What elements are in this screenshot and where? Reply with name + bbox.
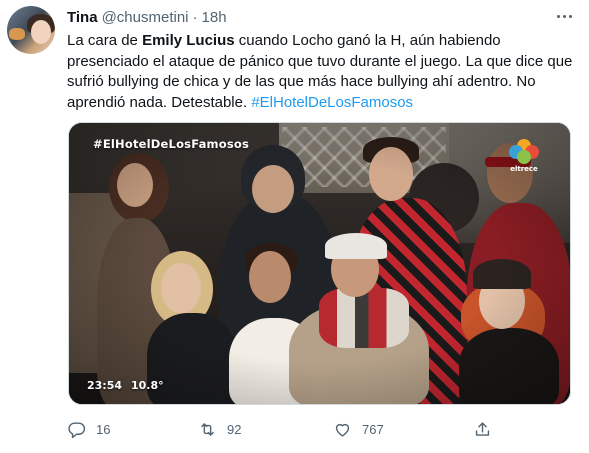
reply-icon (68, 421, 86, 438)
more-options-icon[interactable] (554, 6, 574, 26)
author-handle[interactable]: @chusmetini (102, 9, 189, 26)
retweet-count: 92 (227, 421, 242, 437)
tweet-text-part: La cara de (67, 32, 143, 49)
reply-button[interactable]: 16 (67, 418, 110, 440)
share-button[interactable] (473, 418, 492, 440)
reply-count: 16 (96, 421, 111, 437)
mentioned-name: Emily Lucius (142, 32, 235, 49)
avatar-bg-light (9, 28, 25, 40)
channel-logo-icon: eltrece (507, 139, 541, 175)
more-dot (568, 14, 572, 18)
separator-dot: · (192, 8, 198, 26)
retweet-icon (201, 422, 214, 436)
broadcast-time: 23:54 (87, 379, 123, 392)
tweet-text: La cara de Emily Lucius cuando Locho gan… (67, 31, 579, 113)
tweet-timestamp[interactable]: 18h (202, 9, 227, 26)
tweet-card[interactable]: Tina @chusmetini · 18h La cara de Emily … (0, 0, 589, 453)
like-count: 767 (362, 421, 384, 437)
tweet-actions: 16 92 767 (67, 418, 507, 440)
tv-screenshot (69, 123, 570, 404)
tweet-media-image[interactable]: #ElHotelDeLosFamosos 23:54 10.8° eltrece (68, 122, 571, 405)
tweet-header: Tina @chusmetini · 18h (67, 8, 227, 26)
more-dot (556, 14, 560, 18)
broadcast-hashtag: #ElHotelDeLosFamosos (93, 137, 250, 151)
logo-petal (517, 150, 531, 164)
retweet-button[interactable]: 92 (198, 418, 241, 440)
broadcast-temperature: 10.8° (131, 379, 164, 392)
channel-logo-text: eltrece (510, 165, 538, 173)
heart-icon (335, 423, 350, 437)
like-button[interactable]: 767 (333, 418, 384, 440)
share-icon (475, 421, 490, 436)
hashtag-link[interactable]: #ElHotelDeLosFamosos (251, 94, 413, 111)
scene-vignette (69, 123, 570, 404)
avatar[interactable] (7, 6, 55, 54)
avatar-face (31, 20, 51, 44)
author-name[interactable]: Tina (67, 9, 98, 26)
more-dot (562, 14, 566, 18)
